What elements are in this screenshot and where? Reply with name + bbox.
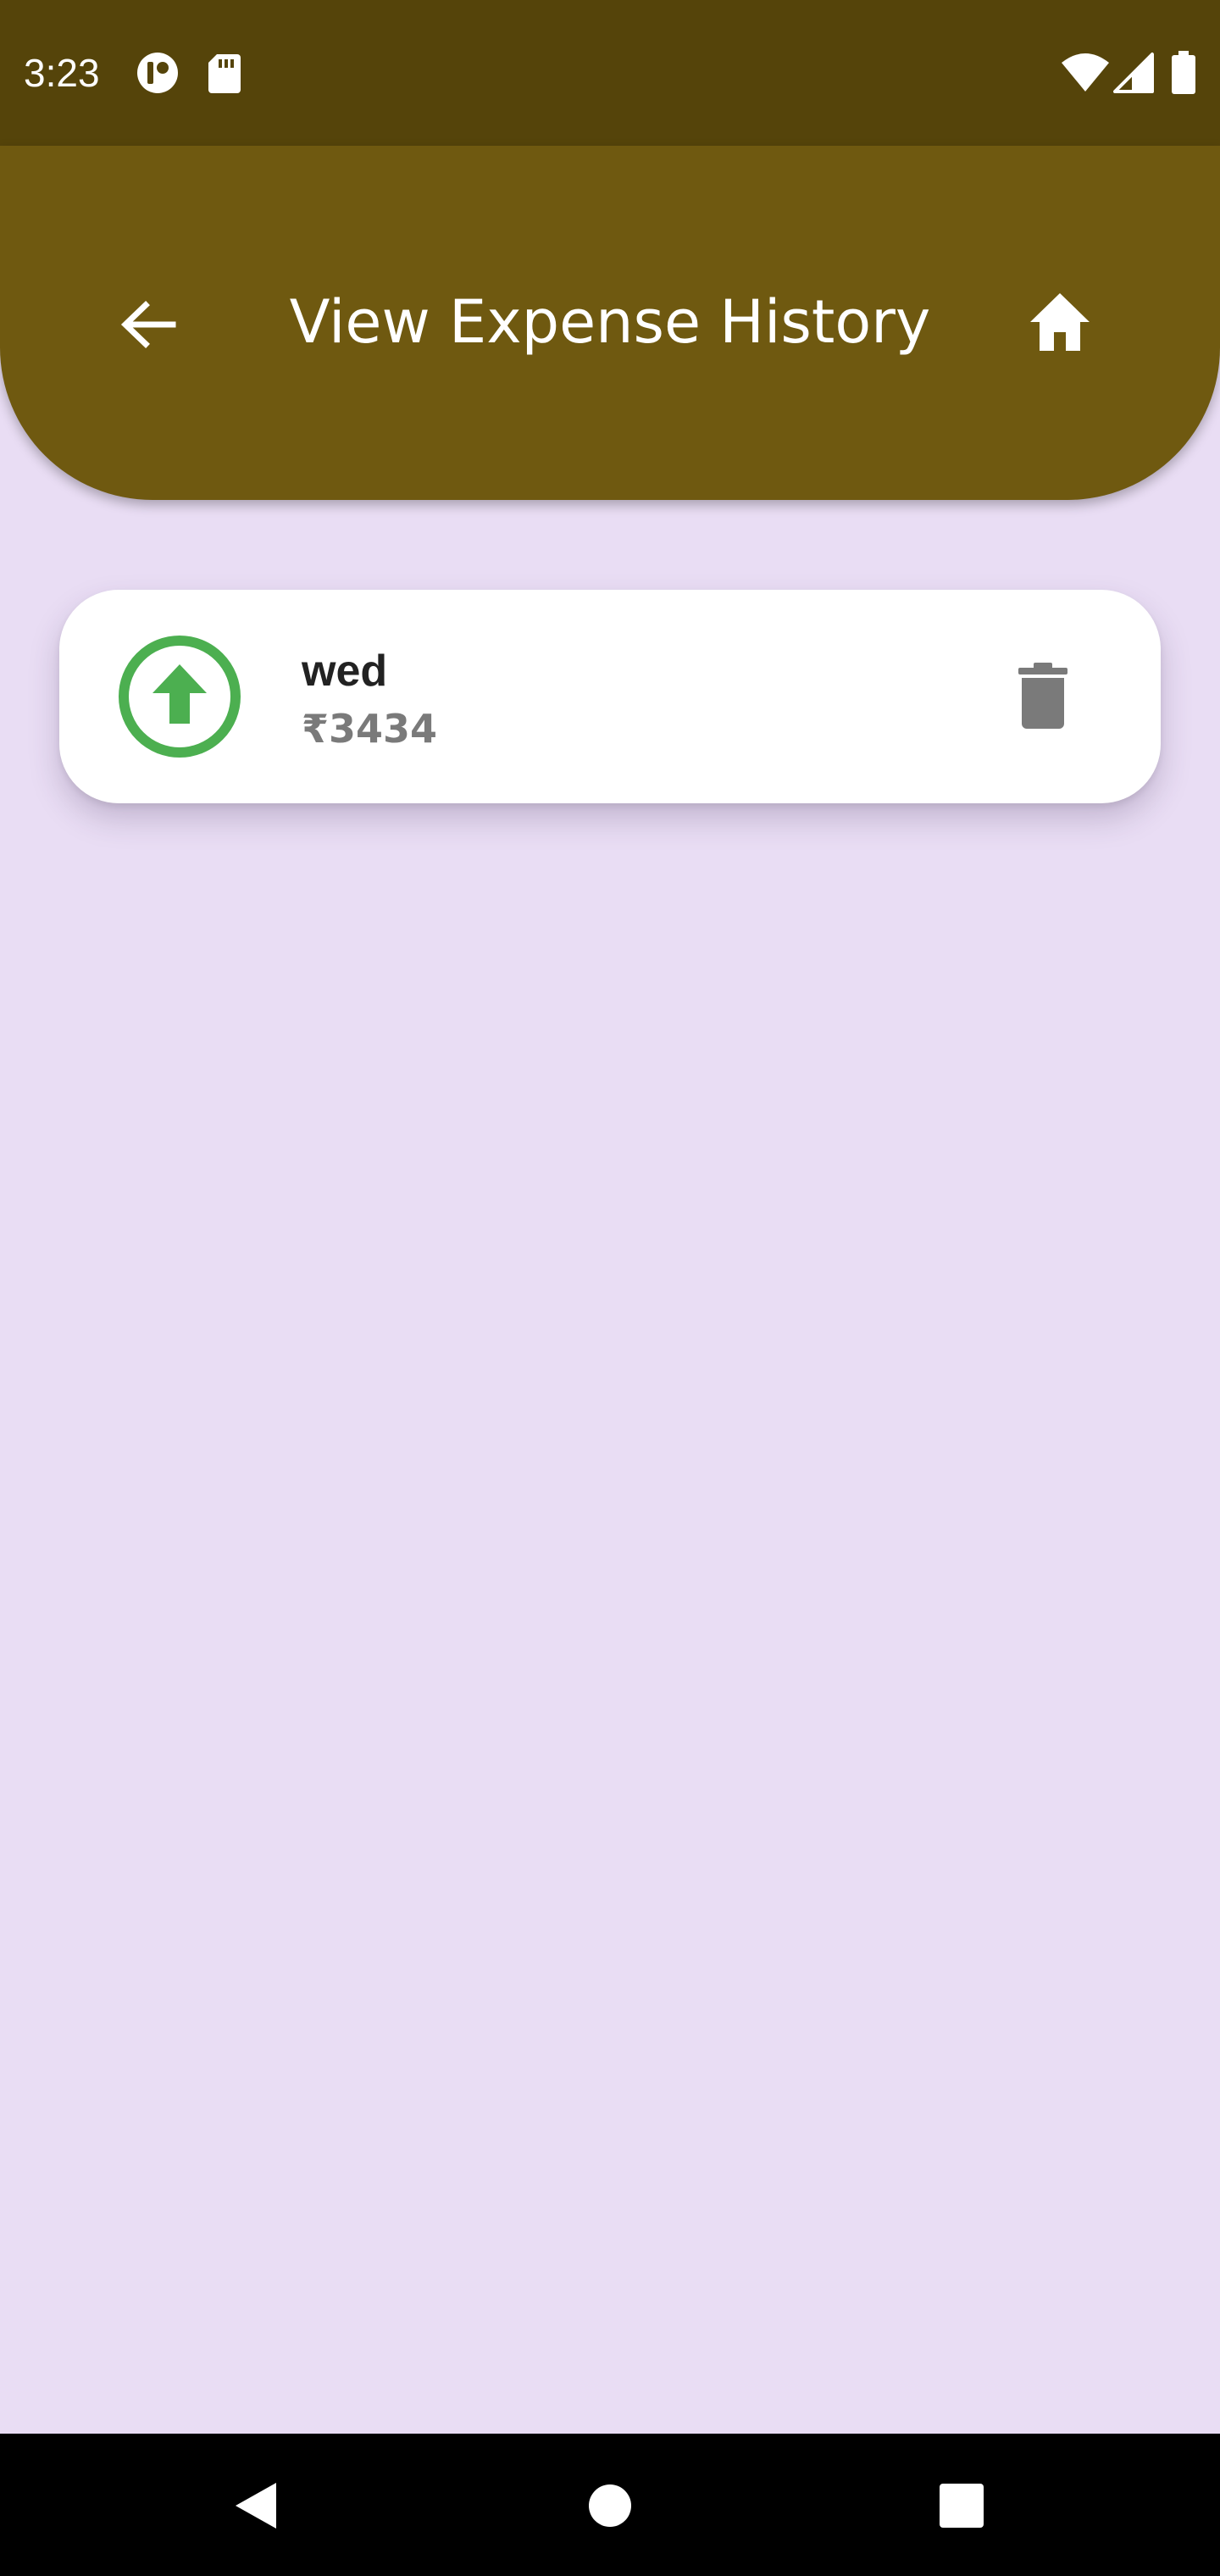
expense-title: wed (302, 647, 388, 696)
app-bar: View Expense History (0, 146, 1220, 500)
arrow-up-circle-icon (119, 636, 241, 758)
battery-icon (1172, 51, 1195, 94)
recents-square-icon[interactable] (923, 2468, 1000, 2544)
notification-app-icon (137, 53, 178, 93)
expense-amount: ₹3434 (302, 706, 438, 752)
wifi-icon (1062, 53, 1109, 92)
expense-card[interactable]: wed ₹3434 (59, 590, 1161, 803)
navigation-bar (0, 2434, 1220, 2576)
home-circle-icon[interactable] (572, 2468, 648, 2544)
delete-icon[interactable] (1005, 658, 1081, 734)
back-triangle-icon[interactable] (215, 2468, 291, 2544)
status-bar: 3:23 (0, 0, 1220, 146)
cell-signal-icon (1113, 53, 1154, 93)
home-icon[interactable] (1022, 285, 1098, 361)
status-time: 3:23 (24, 51, 100, 95)
sd-card-icon (208, 54, 241, 93)
